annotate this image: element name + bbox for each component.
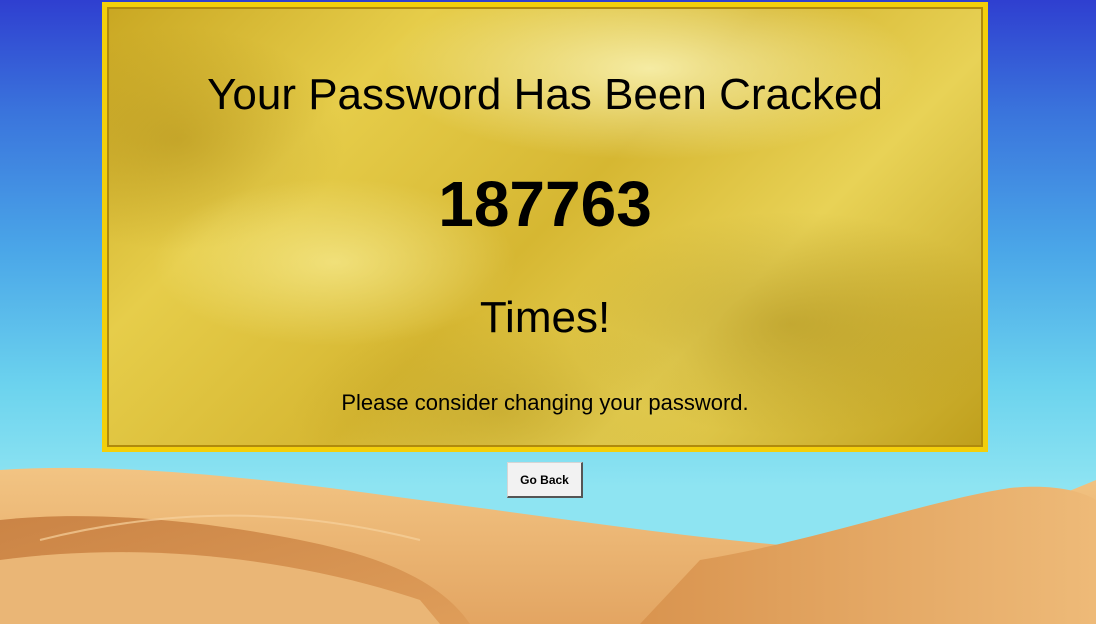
- crack-count: 187763: [438, 168, 652, 240]
- cracked-panel: Your Password Has Been Cracked 187763 Ti…: [102, 2, 988, 452]
- page-title: Your Password Has Been Cracked: [207, 70, 883, 119]
- times-label: Times!: [479, 293, 611, 342]
- go-back-button[interactable]: Go Back: [507, 462, 583, 498]
- notice-text: Please consider changing your password.: [341, 390, 749, 415]
